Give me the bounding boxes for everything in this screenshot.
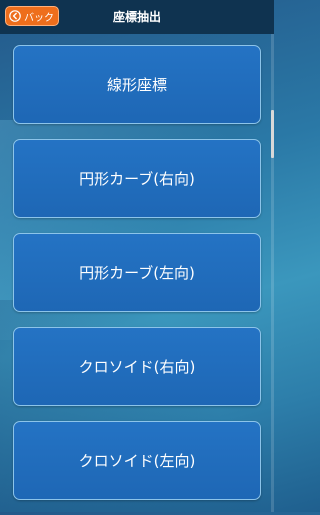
menu-item-circular-curve-left[interactable]: 円形カーブ(左向) [13, 233, 261, 312]
menu-item-label: 円形カーブ(左向) [79, 264, 195, 282]
menu-item-clothoid-right[interactable]: クロソイド(右向) [13, 327, 261, 406]
back-button-label: バック [24, 12, 54, 24]
scrollbar-track[interactable] [271, 34, 274, 512]
menu-item-label: 線形座標 [106, 76, 167, 94]
menu-item-linear-coordinates[interactable]: 線形座標 [13, 45, 261, 124]
menu-list: 線形座標 円形カーブ(右向) 円形カーブ(左向) クロソイド(右向) クロソイド… [13, 45, 261, 515]
back-button[interactable]: バック [5, 6, 59, 26]
menu-item-label: 円形カーブ(右向) [79, 170, 195, 188]
app-header: 座標抽出 バック [0, 0, 274, 34]
menu-item-circular-curve-right[interactable]: 円形カーブ(右向) [13, 139, 261, 218]
menu-item-clothoid-left[interactable]: クロソイド(左向) [13, 421, 261, 500]
menu-item-label: クロソイド(右向) [78, 358, 196, 376]
menu-item-label: クロソイド(左向) [78, 452, 196, 470]
back-arrow-icon [9, 10, 21, 22]
scrollbar-thumb[interactable] [271, 110, 274, 158]
